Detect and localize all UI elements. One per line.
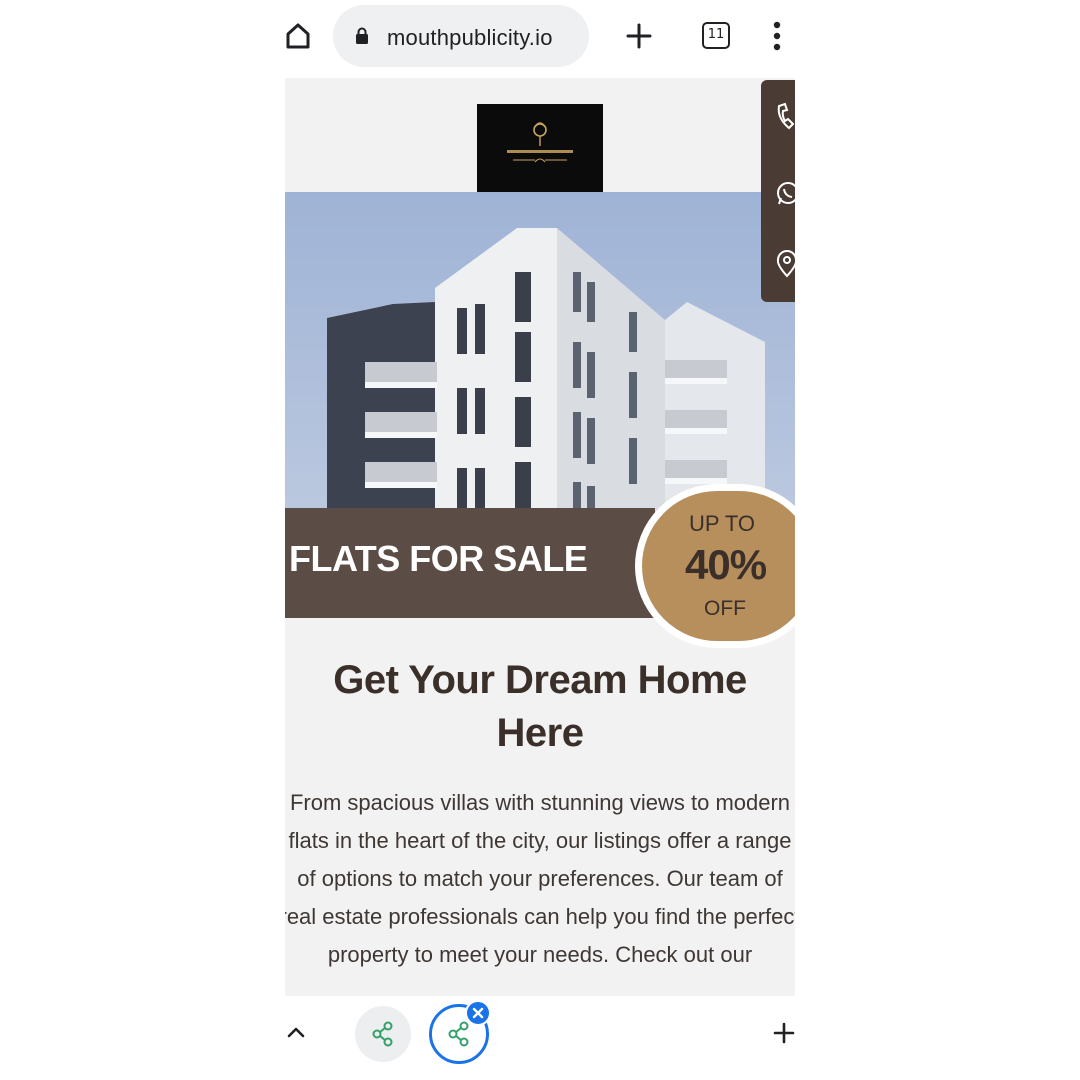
banner-title: FLATS FOR SALE <box>289 538 588 579</box>
discount-badge: UP TO 40% OFF <box>635 484 795 648</box>
close-icon <box>472 1007 484 1019</box>
browser-toolbar: mouthpublicity.io 11 <box>285 0 795 78</box>
floating-contact-bar <box>761 80 795 302</box>
location-pin-icon[interactable] <box>775 250 795 280</box>
share-button[interactable] <box>355 1006 411 1062</box>
discount-value: 40% <box>685 541 767 588</box>
flats-for-sale-banner: FLATS FOR SALE <box>285 508 655 618</box>
close-button[interactable] <box>465 1000 491 1026</box>
phone-screen: mouthpublicity.io 11 FLATS FOR SALE UP T… <box>285 0 795 1080</box>
browser-bottom-bar <box>285 996 795 1072</box>
whatsapp-icon[interactable] <box>775 178 795 208</box>
logo-emblem <box>507 122 573 163</box>
url-text: mouthpublicity.io <box>387 25 553 50</box>
lock-icon <box>356 27 368 44</box>
intro-paragraph: From spacious villas with stunning views… <box>285 790 795 967</box>
discount-suffix: OFF <box>704 597 746 620</box>
brand-logo[interactable] <box>477 104 603 192</box>
tab-switcher-button[interactable]: 11 <box>702 22 730 49</box>
discount-prefix: UP TO <box>689 511 756 536</box>
share-icon <box>372 1021 393 1047</box>
home-icon[interactable] <box>285 22 311 50</box>
chevron-up-icon[interactable] <box>287 1026 305 1038</box>
page-heading: Get Your Dream Home Here <box>333 658 747 755</box>
web-page: FLATS FOR SALE UP TO 40% OFF Get Your Dr… <box>285 78 795 996</box>
address-bar[interactable]: mouthpublicity.io <box>333 5 589 67</box>
more-vert-icon[interactable] <box>773 21 781 51</box>
new-tab-icon[interactable] <box>625 22 653 50</box>
plus-icon[interactable] <box>773 1022 795 1044</box>
phone-icon[interactable] <box>775 102 795 132</box>
